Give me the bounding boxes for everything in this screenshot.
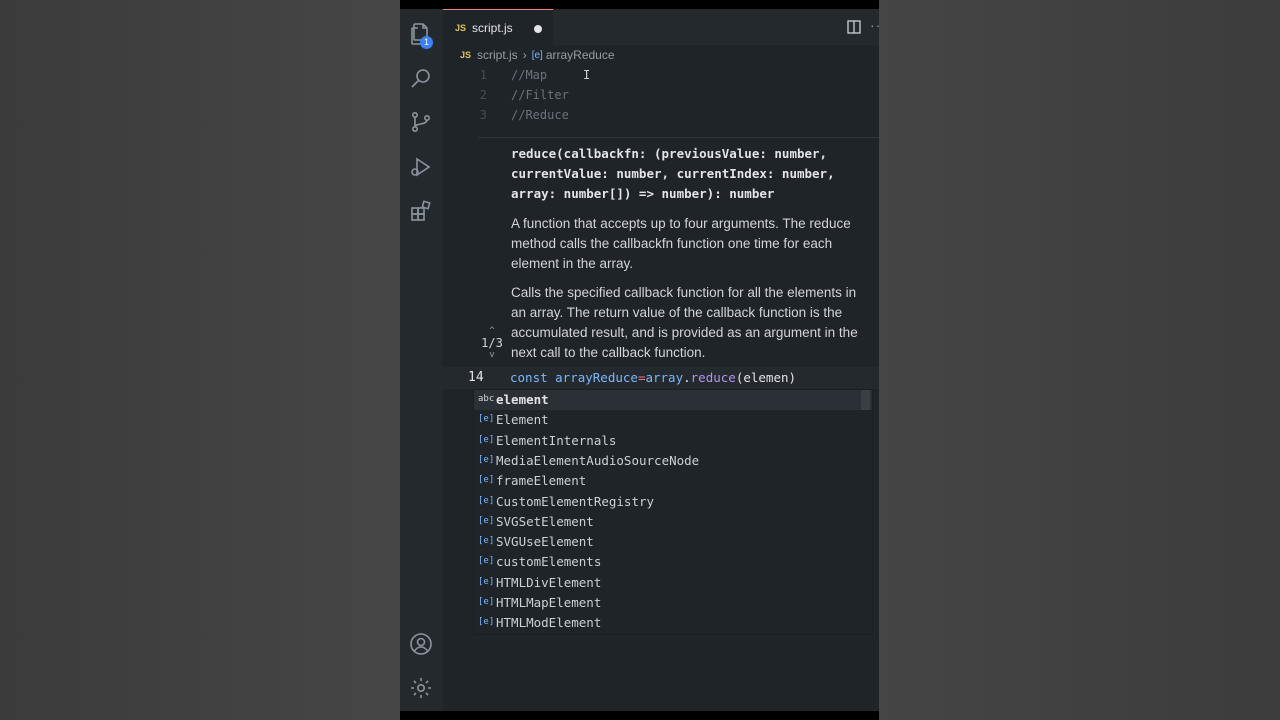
code-line[interactable]: const arrayReduce=array.reduce(elemen) — [510, 370, 796, 385]
variable-symbol-icon: [e] — [531, 49, 543, 61]
parameter-doc: A function that accepts up to four argum… — [511, 216, 851, 271]
more-actions-icon[interactable]: ··· — [870, 17, 879, 33]
variable-symbol-icon: [e] — [478, 495, 495, 506]
suggestion-item[interactable]: [e] SVGSetElement — [474, 512, 872, 532]
suggestion-label: HTMLModElement — [496, 615, 602, 631]
suggestion-item[interactable]: [e] HTMLMapElement — [474, 593, 872, 613]
line-number: 2 — [479, 88, 487, 102]
right-blur-background — [879, 0, 1280, 720]
suggestion-label: frameElement — [496, 473, 587, 489]
tab-script-js[interactable]: JS script.js — [443, 9, 553, 45]
chevron-right-icon: › — [522, 48, 527, 62]
breadcrumb: JS script.js › [e] arrayReduce — [460, 46, 615, 64]
variable-symbol-icon: [e] — [478, 454, 495, 465]
suggestion-item[interactable]: [e] Element — [474, 410, 872, 430]
breadcrumb-file[interactable]: script.js — [477, 48, 518, 62]
suggestion-item[interactable]: [e] HTMLDivElement — [474, 573, 872, 593]
overload-count: 1/3 — [481, 336, 503, 350]
dot-operator: . — [683, 370, 691, 385]
left-blur-background — [0, 0, 400, 720]
suggestion-item[interactable]: [e] CustomElementRegistry — [474, 492, 872, 512]
object-name: array — [645, 370, 684, 385]
suggestion-label: customElements — [496, 554, 602, 570]
variable-symbol-icon: [e] — [478, 597, 495, 607]
active-code-line[interactable]: 14 const arrayReduce=array.reduce(elemen… — [400, 367, 879, 389]
variable-name: arrayReduce — [555, 370, 638, 385]
suggestion-item[interactable]: [e] MediaElementAudioSourceNode — [474, 451, 872, 471]
suggestion-label: MediaElementAudioSourceNode — [496, 452, 700, 468]
method-name: reduce — [690, 370, 736, 385]
activity-bar: 1 — [400, 9, 443, 711]
text-word-icon: abc — [478, 394, 495, 404]
variable-symbol-icon: [e] — [478, 617, 495, 628]
breadcrumb-js-icon: JS — [460, 50, 472, 60]
suggestion-label: SVGUseElement — [496, 534, 594, 550]
line-number: 3 — [479, 108, 487, 122]
extensions-icon[interactable] — [408, 198, 434, 224]
function-signature: reduce(callbackfn: (previousValue: numbe… — [511, 146, 835, 201]
variable-symbol-icon: [e] — [478, 556, 495, 567]
overload-navigator[interactable]: ^ 1/3 v — [480, 326, 504, 360]
js-file-icon: JS — [455, 22, 467, 33]
function-doc: Calls the specified callback function fo… — [511, 285, 858, 360]
code-line[interactable]: //Filter — [511, 88, 569, 102]
bottom-letterbox — [400, 711, 879, 720]
suggestion-label: ElementInternals — [496, 432, 617, 448]
suggestion-label: CustomElementRegistry — [496, 493, 655, 509]
variable-symbol-icon: [e] — [478, 475, 495, 486]
top-letterbox — [400, 0, 879, 9]
variable-symbol-icon: [e] — [478, 414, 495, 425]
suggestion-item[interactable]: [e] HTMLModElement — [474, 613, 872, 633]
variable-symbol-icon: [e] — [478, 576, 495, 587]
suggestion-item[interactable]: [e] frameElement — [474, 471, 872, 491]
line-number: 14 — [468, 370, 484, 385]
split-editor-icon[interactable] — [847, 20, 861, 34]
suggestion-label: HTMLMapElement — [496, 595, 602, 610]
source-control-icon[interactable] — [408, 109, 434, 135]
suggestion-label: Element — [496, 412, 549, 428]
line-number: 1 — [479, 68, 487, 82]
suggestion-item[interactable]: [e] customElements — [474, 552, 872, 572]
suggestion-label: HTMLDivElement — [496, 574, 602, 590]
parameter-hint-popup: reduce(callbackfn: (previousValue: numbe… — [478, 137, 879, 368]
chevron-down-icon[interactable]: v — [480, 350, 504, 360]
search-icon[interactable] — [408, 65, 434, 91]
typed-argument: elemen — [743, 370, 789, 385]
variable-symbol-icon: [e] — [478, 536, 495, 547]
run-debug-icon[interactable] — [408, 154, 434, 180]
account-icon[interactable] — [408, 631, 434, 657]
suggestion-label: element — [496, 392, 549, 407]
suggestion-item[interactable]: [e] SVGUseElement — [474, 532, 872, 552]
suggestion-label: SVGSetElement — [496, 513, 594, 529]
keyword-const: const — [510, 370, 556, 385]
suggestion-item[interactable]: abc element — [474, 390, 872, 410]
settings-gear-icon[interactable] — [408, 675, 434, 701]
variable-symbol-icon: [e] — [478, 434, 495, 445]
code-line[interactable]: //Reduce — [511, 108, 569, 122]
unsaved-dot-icon[interactable] — [534, 25, 542, 33]
code-line[interactable]: //Map — [511, 68, 547, 82]
suggestion-widget: [e] HTMLModElement [e] HTMLMapElement [e] HTM… — [473, 389, 873, 635]
variable-symbol-icon: [e] — [478, 515, 495, 526]
suggestion-scrollbar[interactable] — [861, 390, 870, 410]
close-paren: ) — [788, 370, 797, 385]
text-cursor-icon: I — [583, 68, 591, 82]
tab-bar: JS script.js ··· — [443, 9, 879, 45]
suggestion-item[interactable]: [e] ElementInternals — [474, 431, 872, 451]
chevron-up-icon[interactable]: ^ — [480, 326, 504, 336]
explorer-badge: 1 — [420, 36, 433, 49]
tab-label: script.js — [472, 20, 513, 35]
breadcrumb-symbol[interactable]: arrayReduce — [546, 48, 615, 62]
